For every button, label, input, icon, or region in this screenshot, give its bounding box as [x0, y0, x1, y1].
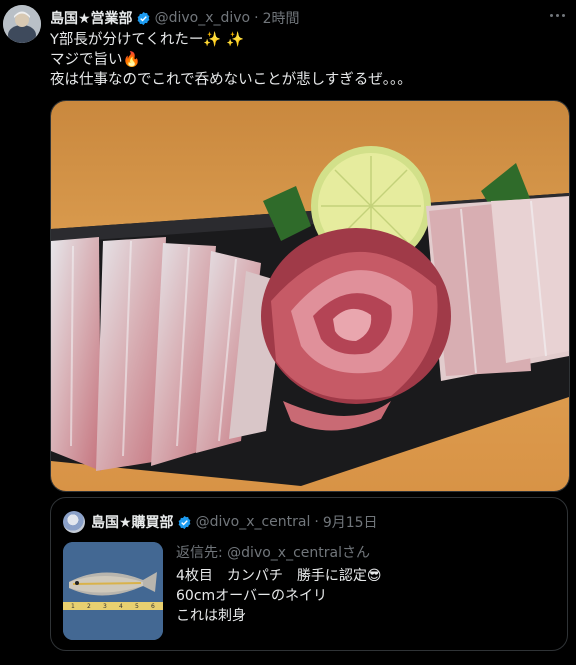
- post-image-sashimi[interactable]: [50, 100, 570, 492]
- post-line-3: 夜は仕事なのでこれで呑めないことが悲しすぎるぜ。。。: [50, 72, 412, 88]
- svg-text:2: 2: [87, 603, 91, 610]
- quoted-post[interactable]: 島国★購買部 @divo_x_central · 9月15日 1 2 3 4 5 6 返…: [50, 497, 568, 651]
- quote-line-3: これは刺身: [176, 608, 246, 624]
- quote-text: 4枚目 カンパチ 勝手に認定😎 60cmオーバーのネイリ これは刺身: [176, 566, 382, 626]
- verified-badge-icon: [137, 11, 149, 25]
- author-handle[interactable]: @divo_x_divo: [155, 10, 251, 26]
- svg-text:1: 1: [71, 603, 75, 610]
- sashimi-plate-image: [51, 101, 569, 491]
- author-name[interactable]: 島国★営業部: [50, 8, 133, 28]
- quote-line-2: 60cmオーバーのネイリ: [176, 588, 328, 604]
- svg-text:4: 4: [119, 603, 123, 610]
- quote-author-avatar[interactable]: [63, 511, 85, 533]
- quote-line-1: 4枚目 カンパチ 勝手に認定😎: [176, 568, 382, 584]
- fish-measurement-image: 1 2 3 4 5 6: [63, 542, 163, 640]
- quote-author-handle[interactable]: @divo_x_central: [196, 514, 311, 530]
- svg-text:5: 5: [135, 603, 139, 610]
- header-separator: ·: [254, 10, 259, 26]
- post-line-1: Y部長が分けてくれたー✨ ✨: [50, 32, 245, 48]
- fire-icon: 🔥: [122, 52, 141, 68]
- post-header: 島国★営業部 @divo_x_divo · 2時間: [50, 8, 566, 28]
- svg-text:3: 3: [103, 603, 107, 610]
- verified-badge-icon: [178, 515, 190, 529]
- sparkles-icon: ✨: [203, 32, 222, 48]
- quote-author-name[interactable]: 島国★購買部: [91, 512, 174, 532]
- sparkles-icon: ✨: [226, 32, 245, 48]
- svg-text:6: 6: [151, 603, 155, 610]
- avatar-photo: [3, 5, 41, 43]
- post-time[interactable]: 2時間: [263, 8, 300, 28]
- quote-header: 島国★購買部 @divo_x_central · 9月15日: [91, 511, 378, 533]
- quote-thumbnail-fish[interactable]: 1 2 3 4 5 6: [63, 542, 163, 640]
- author-avatar[interactable]: [3, 5, 41, 43]
- post-line-2: マジで旨い🔥: [50, 52, 141, 68]
- quote-reply-to[interactable]: 返信先: @divo_x_centralさん: [176, 542, 370, 562]
- post-text: Y部長が分けてくれたー✨ ✨ マジで旨い🔥 夜は仕事なのでこれで呑めないことが悲…: [50, 30, 560, 90]
- quote-date[interactable]: 9月15日: [323, 512, 378, 532]
- quote-header-separator: ·: [314, 514, 319, 530]
- more-options-icon[interactable]: [548, 8, 566, 22]
- sunglasses-icon: 😎: [366, 568, 382, 584]
